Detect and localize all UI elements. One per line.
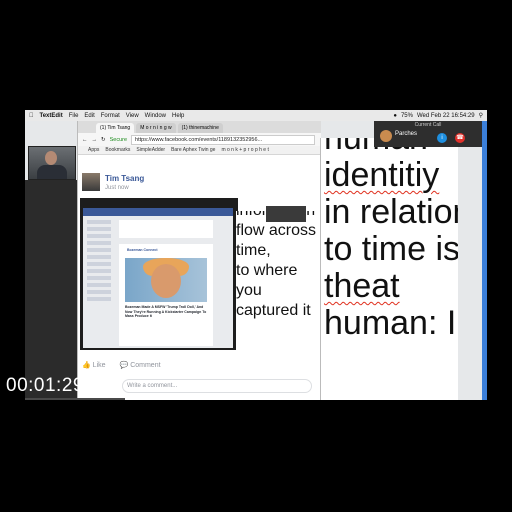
fb-sidebar	[87, 220, 115, 338]
doc-line: theat	[324, 267, 400, 305]
emb-line: time,	[236, 242, 271, 259]
tab-thinemachine[interactable]: (1) thinemachine	[177, 123, 223, 133]
secure-label: Secure	[109, 136, 128, 143]
comment-icon: 💬	[119, 362, 129, 369]
menu-clock[interactable]: Wed Feb 22 16:54:29	[417, 113, 475, 119]
avatar[interactable]	[82, 173, 100, 191]
bookmark-bookmarks[interactable]: Bookmarks	[105, 147, 130, 153]
fb-composer	[119, 220, 213, 238]
like-button[interactable]: 👍 Like	[82, 361, 106, 369]
post-timestamp[interactable]: Just now	[105, 185, 129, 191]
call-title: Current Call	[414, 122, 442, 128]
fb-article-card: Bozeman Connect Bozeman Made A MSFW 'Tru…	[119, 244, 213, 346]
doc-line-last: human: I	[324, 305, 458, 342]
comment-button[interactable]: 💬 Comment	[120, 361, 161, 369]
wifi-icon[interactable]: ●	[393, 113, 397, 119]
article-headline: Bozeman Made A MSFW 'Trump Troll Doll,' …	[125, 305, 207, 318]
menu-edit[interactable]: Edit	[84, 113, 94, 119]
phone-icon: ☎	[456, 135, 464, 141]
tab-morning[interactable]: M o r n i n g w	[136, 123, 176, 133]
troll-doll-image	[125, 258, 207, 302]
forward-icon[interactable]: →	[92, 137, 98, 143]
video-timecode: 00:01:29;17	[6, 375, 112, 396]
thumbs-up-icon: 👍	[82, 362, 91, 369]
browser-window: (1) Tim Tsang M o r n i n g w (1) thinem…	[77, 121, 322, 400]
emb-line: flow across	[236, 222, 317, 239]
post-actions: 👍 Like 💬 Comment	[78, 358, 321, 372]
bookmark-apps[interactable]: Apps	[88, 147, 99, 153]
menu-view[interactable]: View	[126, 113, 139, 119]
menu-file[interactable]: File	[69, 113, 79, 119]
menu-window[interactable]: Window	[145, 113, 166, 119]
emb-line: to where	[236, 262, 298, 279]
embedded-screenshot[interactable]: Bozeman Connect Bozeman Made A MSFW 'Tru…	[80, 198, 238, 350]
embedded-facebook: Bozeman Connect Bozeman Made A MSFW 'Tru…	[83, 208, 233, 348]
apple-icon[interactable]: 	[29, 113, 34, 119]
bookmark-simpleadder[interactable]: SimpleAdder	[136, 147, 165, 153]
menu-format[interactable]: Format	[101, 113, 120, 119]
url-bar: ← → ↻ Secure https://www.facebook.com/ev…	[78, 133, 321, 146]
doc-line: in relation	[324, 193, 458, 231]
post-author[interactable]: Tim Tsang	[105, 174, 144, 183]
caller-avatar	[380, 130, 392, 142]
comment-input[interactable]: Write a comment...	[122, 379, 312, 393]
article-source: Bozeman Connect	[127, 248, 158, 252]
person-body	[37, 165, 67, 179]
caller-name: Parches	[395, 131, 418, 137]
info-icon: i	[441, 135, 443, 141]
bookmarks-bar: Apps Bookmarks SimpleAdder Bare Aphex Tw…	[78, 146, 321, 155]
emb-line: captured it	[236, 302, 311, 319]
dark-side-panel	[25, 180, 77, 400]
emb-line: you	[236, 282, 262, 299]
reload-icon[interactable]: ↻	[101, 137, 106, 143]
embedded-textedit: information flow across time, to where y…	[236, 211, 322, 351]
troll-face	[151, 264, 181, 298]
webcam-video	[28, 146, 76, 180]
doc-line: to time is	[324, 230, 458, 268]
menu-help[interactable]: Help	[172, 113, 184, 119]
doc-line: identitiy	[324, 156, 440, 194]
fb-top-bar	[83, 208, 233, 216]
right-window-edge	[482, 121, 487, 400]
bookmark-aphex[interactable]: Bare Aphex Twin ge	[171, 147, 215, 153]
info-button[interactable]: i	[437, 133, 447, 143]
battery-level[interactable]: 75%	[401, 113, 413, 119]
timecode-underline	[25, 398, 125, 400]
embedded-call-panel	[266, 206, 306, 222]
address-input[interactable]: https://www.facebook.com/events/11891323…	[131, 134, 315, 145]
search-icon[interactable]: ⚲	[479, 112, 483, 119]
textedit-document[interactable]: human identitiy in relation to time is t…	[320, 138, 458, 400]
person-head	[45, 151, 57, 165]
back-icon[interactable]: ←	[82, 137, 88, 143]
call-panel: Current Call Parches i ☎	[374, 121, 482, 147]
mac-menubar:  TextEdit File Edit Format View Window …	[25, 110, 487, 121]
bookmark-monk[interactable]: m o n k + p r o p h e t	[221, 147, 268, 153]
hang-up-button[interactable]: ☎	[455, 133, 465, 143]
menu-app-name[interactable]: TextEdit	[40, 113, 63, 119]
tab-tim-tsang[interactable]: (1) Tim Tsang	[96, 123, 135, 133]
tab-bar: (1) Tim Tsang M o r n i n g w (1) thinem…	[78, 121, 321, 133]
